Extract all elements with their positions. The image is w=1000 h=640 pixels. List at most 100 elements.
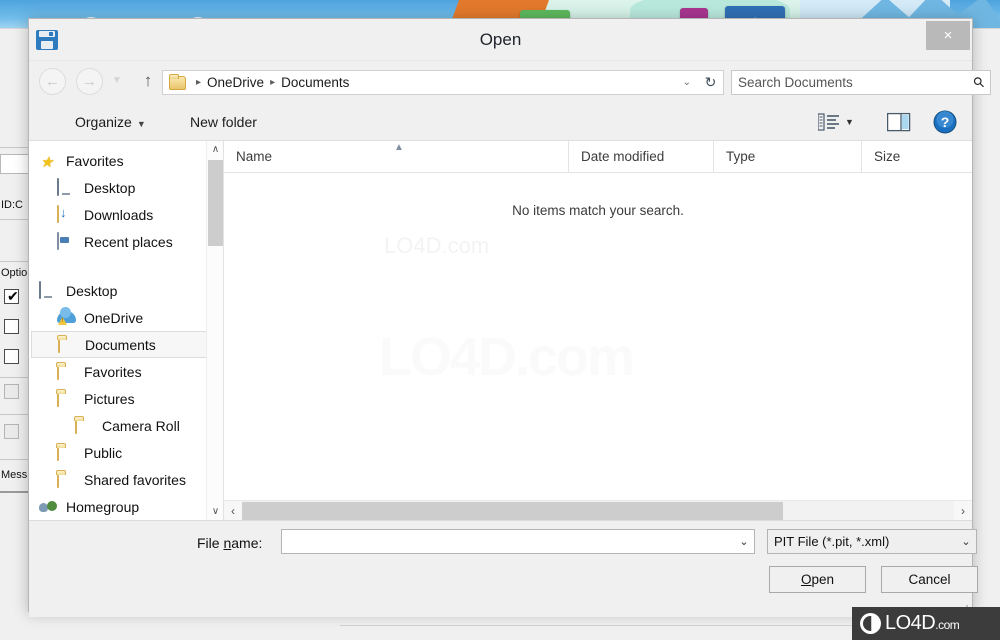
file-name-label: File name:: [197, 535, 262, 551]
chevron-down-icon[interactable]: ⌄: [677, 77, 697, 88]
file-list-pane: Name ▲ Date modified Type Size No items …: [224, 141, 972, 520]
search-box[interactable]: ⚲: [731, 70, 991, 95]
background-label-messages: Mess: [1, 469, 28, 481]
breadcrumb-separator-1[interactable]: ▸: [196, 77, 201, 88]
file-name-label-pre: File: [197, 535, 224, 551]
dialog-footer: File name: ⌄ PIT File (*.pit, *.xml) ⌄ O…: [29, 521, 978, 617]
background-label-id: ID:C: [1, 199, 23, 211]
tree-item-label: Favorites: [66, 152, 124, 169]
navigation-tree: ★ Favorites Desktop Downloads Recent pla…: [29, 141, 224, 520]
tree-item-label: Favorites: [84, 363, 142, 380]
tree-item-favorites[interactable]: ★ Favorites: [29, 147, 223, 174]
background-checkbox-3[interactable]: [4, 349, 19, 364]
dialog-title-bar: Open ×: [29, 19, 972, 61]
breadcrumb-onedrive[interactable]: OneDrive: [207, 75, 264, 90]
breadcrumb-separator-2[interactable]: ▸: [270, 77, 275, 88]
column-header-type[interactable]: Type: [714, 141, 862, 172]
tree-item-onedrive[interactable]: OneDrive: [29, 304, 223, 331]
background-left-panel: ID:C Optio ✔ Mess: [0, 29, 30, 609]
address-bar[interactable]: ▸ OneDrive ▸ Documents ⌄: [162, 70, 702, 95]
forward-button[interactable]: →: [76, 68, 103, 95]
open-button[interactable]: Open: [769, 566, 866, 593]
tree-item-desktop-root[interactable]: Desktop: [29, 277, 223, 304]
help-icon[interactable]: ?: [932, 109, 958, 135]
background-checkbox-1[interactable]: ✔: [4, 288, 19, 304]
star-icon: ★: [40, 154, 54, 171]
file-name-input[interactable]: [282, 530, 734, 553]
column-label: Name: [236, 149, 273, 164]
check-icon: ✔: [7, 288, 19, 304]
tree-item-label: OneDrive: [84, 309, 144, 326]
tree-item-label: Homegroup: [66, 498, 140, 515]
close-button[interactable]: ×: [926, 21, 970, 50]
scrollbar-thumb[interactable]: [242, 501, 784, 520]
column-label: Date modified: [581, 149, 665, 164]
cloud-icon: [57, 307, 77, 326]
column-header-name[interactable]: Name ▲: [224, 141, 569, 172]
preview-pane-icon[interactable]: [886, 110, 912, 134]
dialog-title: Open: [479, 30, 522, 49]
scroll-up-icon[interactable]: ∧: [207, 141, 223, 158]
refresh-button[interactable]: ↻: [698, 70, 724, 95]
file-type-filter-combobox[interactable]: PIT File (*.pit, *.xml) ⌄: [767, 529, 977, 554]
tree-item-public[interactable]: Public: [29, 439, 223, 466]
tree-item-documents[interactable]: Documents: [31, 331, 221, 358]
tree-item-favorites-folder[interactable]: Favorites: [29, 358, 223, 385]
tree-item-label: Desktop: [66, 282, 118, 299]
monitor-icon: [57, 178, 77, 196]
background-checkbox-2[interactable]: [4, 319, 19, 334]
list-view-icon[interactable]: [817, 110, 841, 134]
scroll-down-icon[interactable]: ∨: [207, 503, 223, 520]
open-file-dialog: Open × ← → ▼ ↑ ▸ OneDrive ▸ Documents ⌄ …: [28, 18, 991, 617]
download-icon: [57, 205, 77, 223]
organize-menu-button[interactable]: Organize ▼: [69, 111, 152, 133]
new-folder-button[interactable]: New folder: [184, 111, 263, 133]
file-name-combobox[interactable]: ⌄: [281, 529, 755, 554]
lo4d-watermark-badge: LO4D.com: [852, 607, 1000, 640]
column-label: Size: [874, 149, 901, 164]
open-label-post: pen: [811, 572, 835, 587]
tree-item-label: Recent places: [84, 233, 173, 250]
chevron-down-icon[interactable]: ⌄: [734, 535, 754, 548]
chevron-down-icon: ▼: [136, 119, 146, 129]
cancel-button[interactable]: Cancel: [881, 566, 978, 593]
background-label-options: Optio: [1, 267, 28, 279]
tree-vertical-scrollbar[interactable]: ∧ ∨: [206, 141, 223, 520]
tree-item-desktop-fav[interactable]: Desktop: [29, 174, 223, 201]
folder-icon: [75, 416, 95, 434]
tree-item-label: Public: [84, 444, 123, 461]
tree-item-label: Downloads: [84, 206, 154, 223]
tree-item-shared-favorites[interactable]: Shared favorites: [29, 466, 223, 493]
lo4d-suffix: .com: [935, 618, 960, 632]
column-header-size[interactable]: Size: [862, 141, 972, 172]
back-button[interactable]: ←: [39, 68, 66, 95]
tree-item-recent-places[interactable]: Recent places: [29, 228, 223, 255]
breadcrumb-documents[interactable]: Documents: [281, 75, 349, 90]
tree-item-label: Documents: [85, 336, 156, 353]
file-type-filter-value: PIT File (*.pit, *.xml): [774, 534, 890, 549]
navigation-bar: ← → ▼ ↑ ▸ OneDrive ▸ Documents ⌄ ↻ ⚲: [29, 61, 991, 103]
view-options-chevron-down-icon[interactable]: ▼: [845, 117, 854, 127]
dialog-body: ★ Favorites Desktop Downloads Recent pla…: [29, 141, 972, 521]
folder-icon: [57, 470, 77, 488]
tree-item-pictures[interactable]: Pictures: [29, 385, 223, 412]
svg-text:?: ?: [941, 114, 950, 130]
recent-places-icon: [57, 232, 77, 250]
chevron-down-icon[interactable]: ⌄: [956, 535, 976, 548]
tree-item-homegroup[interactable]: Homegroup: [29, 493, 223, 520]
tree-item-camera-roll[interactable]: Camera Roll: [29, 412, 223, 439]
file-name-label-post: ame:: [231, 535, 263, 551]
folder-icon: [57, 362, 77, 380]
column-header-date-modified[interactable]: Date modified: [569, 141, 714, 172]
up-one-level-button[interactable]: ↑: [137, 71, 159, 91]
horizontal-scrollbar[interactable]: ‹ ›: [224, 500, 972, 520]
tree-item-label: Camera Roll: [102, 417, 180, 434]
tree-item-downloads[interactable]: Downloads: [29, 201, 223, 228]
search-input[interactable]: [738, 75, 974, 90]
scroll-right-icon[interactable]: ›: [954, 504, 972, 518]
scrollbar-track[interactable]: [242, 500, 954, 520]
scroll-left-icon[interactable]: ‹: [224, 504, 242, 518]
scrollbar-thumb[interactable]: [208, 160, 223, 246]
column-headers: Name ▲ Date modified Type Size: [224, 141, 972, 173]
recent-locations-dropdown[interactable]: ▼: [112, 75, 122, 86]
